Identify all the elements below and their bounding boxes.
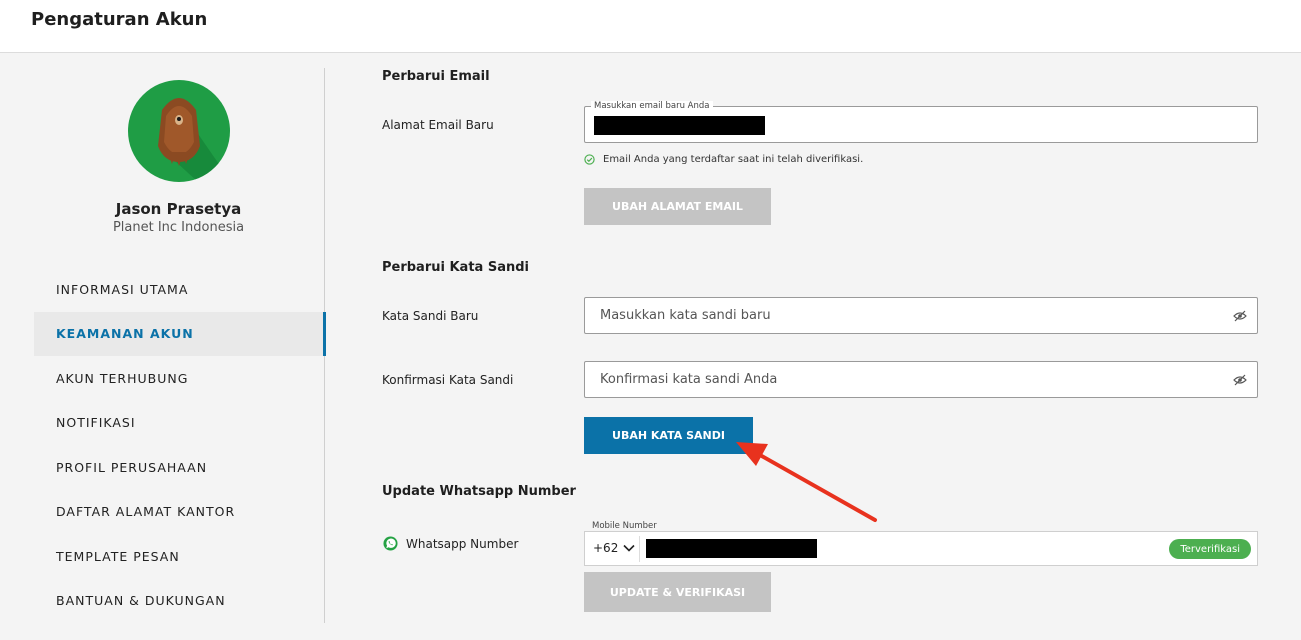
country-code-select[interactable]: +62 (593, 541, 635, 555)
user-company: Planet Inc Indonesia (112, 220, 245, 235)
email-verified-note: Email Anda yang terdaftar saat ini telah… (584, 154, 863, 165)
new-password-input[interactable]: Masukkan kata sandi baru (584, 297, 1258, 334)
whatsapp-icon (383, 536, 398, 551)
email-input[interactable]: Masukkan email baru Anda (584, 101, 1258, 143)
email-field-label: Alamat Email Baru (382, 118, 494, 132)
email-verified-text: Email Anda yang terdaftar saat ini telah… (603, 154, 864, 165)
new-password-label: Kata Sandi Baru (382, 309, 479, 323)
user-name: Jason Prasetya (115, 200, 242, 218)
country-code-value: +62 (593, 541, 619, 555)
update-verify-button[interactable]: UPDATE & VERIFIKASI (584, 572, 771, 612)
country-code-divider (639, 536, 640, 562)
confirm-password-placeholder: Konfirmasi kata sandi Anda (600, 372, 778, 387)
sidebar-item-akun-terhubung[interactable]: AKUN TERHUBUNG (34, 356, 324, 401)
sidebar-item-template-pesan[interactable]: TEMPLATE PESAN (34, 534, 324, 579)
change-password-button[interactable]: UBAH KATA SANDI (584, 417, 753, 454)
sidebar-item-informasi-utama[interactable]: INFORMASI UTAMA (34, 267, 324, 312)
sidebar-nav: INFORMASI UTAMA KEAMANAN AKUN AKUN TERHU… (34, 267, 326, 624)
mobile-number-floating-label: Mobile Number (592, 521, 657, 531)
email-section-title: Perbarui Email (382, 69, 490, 84)
sidebar-item-daftar-alamat-kantor[interactable]: DAFTAR ALAMAT KANTOR (34, 490, 324, 535)
page-title: Pengaturan Akun (31, 9, 208, 30)
sidebar-item-bantuan-dukungan[interactable]: BANTUAN & DUKUNGAN (34, 579, 324, 624)
top-bar: Pengaturan Akun (0, 0, 1301, 53)
avatar[interactable] (128, 80, 230, 182)
email-floating-label: Masukkan email baru Anda (591, 101, 713, 111)
sidebar-item-keamanan-akun[interactable]: KEAMANAN AKUN (34, 311, 326, 356)
redacted-phone-value (646, 539, 817, 558)
sidebar-item-profil-perusahaan[interactable]: PROFIL PERUSAHAAN (34, 445, 324, 490)
confirm-password-input[interactable]: Konfirmasi kata sandi Anda (584, 361, 1258, 398)
eye-off-icon[interactable] (1233, 310, 1247, 322)
password-section-title: Perbarui Kata Sandi (382, 260, 529, 275)
hedgehog-avatar-icon (158, 98, 223, 182)
whatsapp-field-label: Whatsapp Number (383, 536, 518, 551)
change-email-button[interactable]: UBAH ALAMAT EMAIL (584, 188, 771, 225)
new-password-placeholder: Masukkan kata sandi baru (600, 308, 771, 323)
verified-badge: Terverifikasi (1169, 539, 1251, 559)
confirm-password-label: Konfirmasi Kata Sandi (382, 373, 514, 387)
chevron-down-icon (623, 544, 635, 552)
redacted-email-value (594, 116, 765, 135)
whatsapp-number-input[interactable]: +62 Terverifikasi (584, 531, 1258, 566)
sidebar-item-notifikasi[interactable]: NOTIFIKASI (34, 401, 324, 446)
whatsapp-label-text: Whatsapp Number (406, 536, 519, 551)
eye-off-icon[interactable] (1233, 374, 1247, 386)
whatsapp-section-title: Update Whatsapp Number (382, 484, 576, 499)
check-circle-icon (584, 154, 595, 165)
